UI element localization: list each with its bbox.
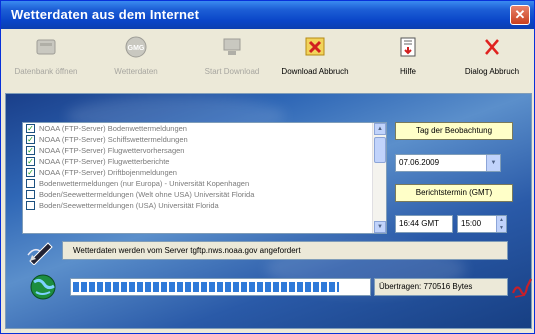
- progress-fill: [73, 282, 339, 292]
- list-scrollbar[interactable]: ▲ ▼: [372, 123, 386, 233]
- cancel-download-button[interactable]: Download Abbruch: [276, 35, 354, 89]
- pen-icon: [27, 242, 53, 265]
- list-item[interactable]: ✓ NOAA (FTP-Server) Driftbojenmeldungen: [23, 167, 386, 178]
- checkbox-unchecked[interactable]: [26, 190, 35, 199]
- checkbox-checked[interactable]: ✓: [26, 124, 35, 133]
- signature-icon: [511, 278, 532, 298]
- window-title: Wetterdaten aus dem Internet: [11, 7, 200, 22]
- date-value: 07.06.2009: [399, 158, 440, 167]
- svg-text:GMG: GMG: [128, 45, 145, 52]
- report-time-label: Berichtstermin (GMT): [395, 184, 513, 202]
- list-item[interactable]: ✓ NOAA (FTP-Server) Bodenwettermeldungen: [23, 123, 386, 134]
- toolbar: Datenbank öffnen GMG Wetterdaten Start D…: [1, 29, 534, 91]
- open-database-label: Datenbank öffnen: [14, 67, 78, 76]
- database-icon: [36, 39, 56, 55]
- checkbox-checked[interactable]: ✓: [26, 146, 35, 155]
- download-progress-bar: [70, 278, 371, 296]
- close-icon: [485, 39, 499, 55]
- scroll-up-button[interactable]: ▲: [374, 123, 386, 135]
- gmt-time-value: 16:44 GMT: [399, 219, 440, 228]
- globe-icon: [30, 274, 56, 300]
- list-item[interactable]: Boden/Seewettermeldungen (Welt ohne USA)…: [23, 189, 386, 200]
- window-close-button[interactable]: ✕: [510, 5, 530, 25]
- help-label: Hilfe: [399, 67, 416, 76]
- cancel-download-label: Download Abbruch: [281, 67, 349, 76]
- gmg-icon: GMG: [125, 36, 147, 58]
- weather-data-label: Wetterdaten: [114, 67, 158, 76]
- spinner-arrows-icon[interactable]: ▲ ▼: [496, 216, 506, 232]
- checkbox-checked[interactable]: ✓: [26, 135, 35, 144]
- title-bar[interactable]: Wetterdaten aus dem Internet ✕: [1, 1, 534, 29]
- date-dropdown[interactable]: 07.06.2009 ▼: [395, 154, 501, 172]
- time-value: 15:00: [461, 219, 482, 228]
- list-item[interactable]: Boden/Seewettermeldungen (USA) Universit…: [23, 200, 386, 211]
- gmt-time-field: 16:44 GMT: [395, 215, 453, 233]
- list-item[interactable]: Bodenwettermeldungen (nur Europa) - Univ…: [23, 178, 386, 189]
- time-spinner[interactable]: 15:00 ▲ ▼: [457, 215, 507, 233]
- transferred-bytes: Übertragen: 770516 Bytes: [374, 278, 508, 296]
- dialog-cancel-label: Dialog Abbruch: [464, 67, 520, 76]
- start-download-button[interactable]: Start Download: [193, 35, 271, 89]
- checkbox-checked[interactable]: ✓: [26, 157, 35, 166]
- app-window: Wetterdaten aus dem Internet ✕ Datenbank…: [0, 0, 535, 334]
- list-item[interactable]: ✓ NOAA (FTP-Server) Flugwetterberichte: [23, 156, 386, 167]
- weather-data-button[interactable]: GMG Wetterdaten: [97, 35, 175, 89]
- checkbox-unchecked[interactable]: [26, 201, 35, 210]
- open-database-button[interactable]: Datenbank öffnen: [7, 35, 85, 89]
- main-panel: ✓ NOAA (FTP-Server) Bodenwettermeldungen …: [5, 93, 532, 329]
- computer-download-icon: [223, 38, 241, 55]
- help-button[interactable]: Hilfe: [369, 35, 447, 89]
- start-download-label: Start Download: [204, 67, 260, 76]
- observation-day-label: Tag der Beobachtung: [395, 122, 513, 140]
- list-item[interactable]: ✓ NOAA (FTP-Server) Flugwettervorhersagen: [23, 145, 386, 156]
- checkbox-checked[interactable]: ✓: [26, 168, 35, 177]
- dialog-cancel-button[interactable]: Dialog Abbruch: [453, 35, 531, 89]
- data-source-list[interactable]: ✓ NOAA (FTP-Server) Bodenwettermeldungen …: [22, 122, 387, 234]
- help-icon: [400, 37, 416, 57]
- checkbox-unchecked[interactable]: [26, 179, 35, 188]
- chevron-down-icon[interactable]: ▼: [486, 155, 500, 171]
- status-message: Wetterdaten werden vom Server tgftp.nws.…: [62, 241, 508, 260]
- list-item[interactable]: ✓ NOAA (FTP-Server) Schiffswettermeldunge…: [23, 134, 386, 145]
- scroll-down-button[interactable]: ▼: [374, 221, 386, 233]
- scroll-thumb[interactable]: [374, 137, 386, 163]
- cancel-download-icon: [305, 37, 325, 56]
